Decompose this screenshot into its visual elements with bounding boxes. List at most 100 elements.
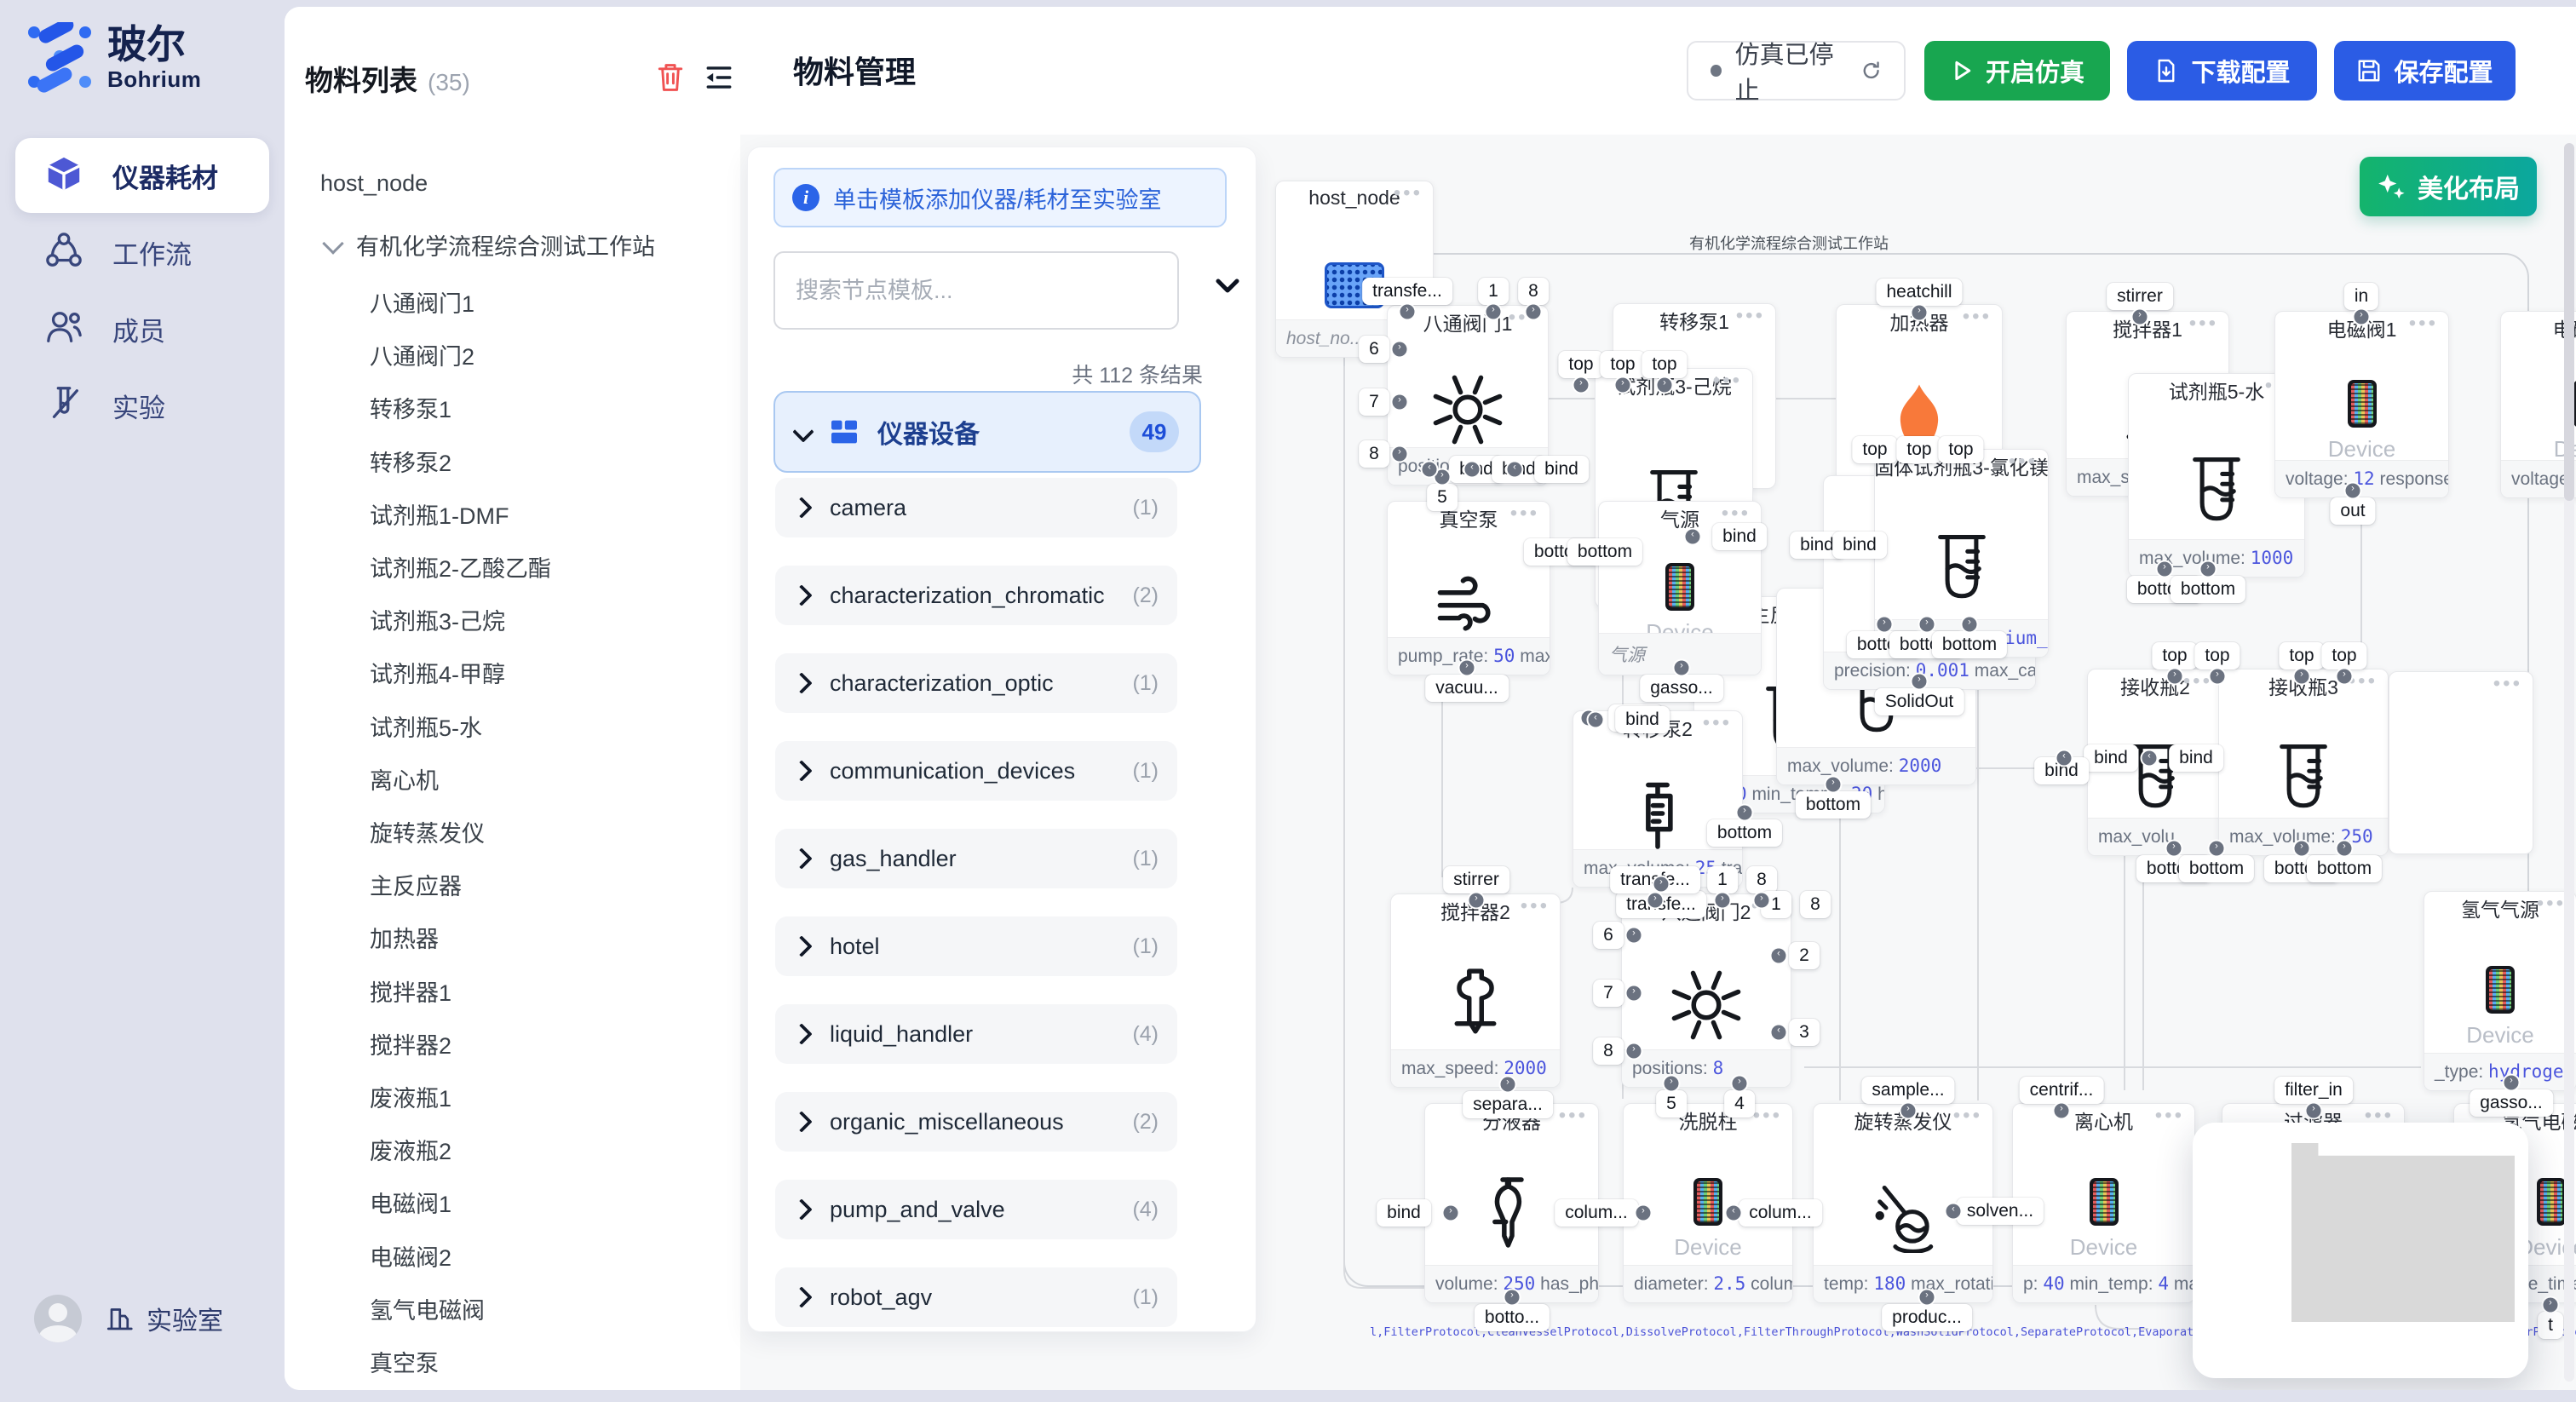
port-dot-icon[interactable]: › [2165, 840, 2183, 858]
canvas-scrollbar[interactable] [2564, 143, 2574, 1382]
port-dot-icon[interactable]: › [1499, 1076, 1517, 1094]
port-dot-icon[interactable]: › [1825, 776, 1843, 794]
search-input[interactable] [773, 251, 1179, 330]
port-dot-icon[interactable]: › [1391, 445, 1409, 463]
port-chip[interactable]: heatchill [1876, 279, 1962, 306]
sidebar-item-instruments[interactable]: 仪器耗材 [15, 138, 269, 213]
node-menu-icon[interactable]: ••• [1521, 894, 1550, 918]
port-dot-icon[interactable]: › [1485, 303, 1503, 321]
tree-item[interactable]: 电磁阀2 [370, 1239, 451, 1273]
port-dot-icon[interactable]: › [2131, 308, 2149, 326]
collapse-tree-icon[interactable] [704, 63, 734, 96]
simulation-status-pill[interactable]: 仿真已停止 [1687, 41, 1906, 101]
port-dot-icon[interactable]: › [1468, 892, 1486, 910]
node-menu-icon[interactable]: ••• [2155, 1104, 2184, 1128]
port-chip[interactable]: botto... [1475, 1304, 1550, 1331]
template-category-hotel[interactable]: hotel(1) [775, 916, 1177, 976]
port-chip[interactable]: out [2330, 497, 2375, 525]
port-dot-icon[interactable]: › [1625, 927, 1643, 945]
port-dot-icon[interactable]: › [1391, 341, 1409, 359]
node-menu-icon[interactable]: ••• [1703, 711, 1732, 735]
tree-item[interactable]: 旋转蒸发仪 [370, 815, 485, 848]
port-dot-icon[interactable]: › [1918, 1289, 1936, 1307]
port-dot-icon[interactable]: › [1625, 985, 1643, 1003]
port-dot-icon[interactable]: › [2166, 668, 2184, 686]
port-dot-icon[interactable]: › [1918, 616, 1936, 634]
port-chip[interactable]: top [1600, 351, 1645, 378]
template-category-characterization_chromatic[interactable]: characterization_chromatic(2) [775, 566, 1177, 625]
tree-item[interactable]: 试剂瓶3-己烷 [370, 603, 505, 636]
port-dot-icon[interactable]: › [2353, 308, 2371, 326]
template-category-pump_and_valve[interactable]: pump_and_valve(4) [775, 1180, 1177, 1239]
port-chip[interactable]: solven... [1957, 1198, 2044, 1225]
port-dot-icon[interactable]: › [2293, 840, 2311, 858]
port-chip[interactable]: top [2194, 642, 2240, 669]
port-chip[interactable]: bind [1377, 1199, 1431, 1227]
port-dot-icon[interactable]: › [2293, 668, 2311, 686]
port-dot-icon[interactable]: ‹ [1684, 528, 1702, 546]
port-dot-icon[interactable]: › [2503, 1074, 2521, 1092]
port-chip[interactable]: 8 [1800, 891, 1831, 918]
tree-item[interactable]: 加热器 [370, 921, 439, 954]
port-dot-icon[interactable]: › [1391, 394, 1409, 411]
port-dot-icon[interactable]: › [1714, 892, 1732, 910]
port-dot-icon[interactable]: › [2336, 840, 2354, 858]
graph-node-transfer-pump-2[interactable]: 转移泵2•••max_volume: 25 transfer_rate: 10 [1573, 710, 1743, 888]
node-menu-icon[interactable]: ••• [1736, 304, 1765, 328]
template-category-communication_devices[interactable]: communication_devices(1) [775, 741, 1177, 801]
tree-item[interactable]: 试剂瓶2-乙酸乙酯 [370, 550, 551, 583]
port-dot-icon[interactable]: ‹ [1463, 461, 1481, 479]
port-chip[interactable]: 5 [1656, 1090, 1687, 1118]
port-dot-icon[interactable]: ‹ [1725, 1204, 1743, 1222]
port-chip[interactable]: top [2152, 642, 2197, 669]
node-menu-icon[interactable]: ••• [1713, 369, 1742, 393]
port-chip[interactable]: bottom [1796, 791, 1871, 819]
sidebar-item-experiments[interactable]: 实验 [15, 368, 269, 443]
port-dot-icon[interactable]: ‹ [2141, 750, 2159, 767]
tree-item[interactable]: 八通阀门2 [370, 338, 474, 371]
node-menu-icon[interactable]: ••• [2409, 312, 2438, 336]
port-chip[interactable]: 2 [1789, 942, 1820, 969]
port-dot-icon[interactable]: › [2199, 560, 2217, 578]
graph-node-recv-bottle-1[interactable]: ••• [2389, 671, 2533, 854]
panel-collapse-icon[interactable] [1215, 277, 1240, 300]
port-dot-icon[interactable]: › [2053, 1102, 2071, 1120]
port-chip[interactable]: vacuu... [1425, 675, 1509, 702]
node-menu-icon[interactable]: ••• [2537, 892, 2566, 916]
port-chip[interactable]: bottom [1707, 819, 1782, 847]
port-chip[interactable]: top [1938, 436, 1983, 463]
node-menu-icon[interactable]: ••• [1559, 1104, 1588, 1128]
port-dot-icon[interactable]: › [1458, 659, 1476, 677]
port-dot-icon[interactable]: › [1656, 376, 1674, 394]
port-dot-icon[interactable]: › [1673, 659, 1691, 677]
node-menu-icon[interactable]: ••• [2183, 669, 2212, 693]
port-chip[interactable]: 4 [1724, 1090, 1755, 1118]
port-chip[interactable]: colum... [1739, 1199, 1822, 1227]
port-dot-icon[interactable]: › [1614, 376, 1632, 394]
graph-node-valve-2[interactable]: 八通阀门2•••positions: 8 [1621, 893, 1791, 1088]
category-instruments[interactable]: 仪器设备 49 [773, 391, 1201, 473]
port-chip[interactable]: stirrer [2107, 283, 2173, 310]
port-chip[interactable]: colum... [1555, 1199, 1638, 1227]
port-dot-icon[interactable]: › [1442, 1204, 1460, 1222]
port-dot-icon[interactable]: › [1900, 1102, 1918, 1120]
port-chip[interactable]: 6 [1359, 336, 1389, 363]
port-dot-icon[interactable]: › [2209, 668, 2227, 686]
tree-item[interactable]: 真空泵 [370, 1345, 439, 1378]
port-chip[interactable]: 8 [1746, 866, 1777, 893]
port-dot-icon[interactable]: › [1625, 1043, 1643, 1060]
template-category-gas_handler[interactable]: gas_handler(1) [775, 829, 1177, 888]
port-chip[interactable]: 5 [1427, 484, 1458, 511]
port-chip[interactable]: bottom [2171, 576, 2245, 603]
node-menu-icon[interactable]: ••• [1963, 305, 1992, 329]
delete-material-icon[interactable] [656, 61, 685, 98]
node-menu-icon[interactable]: ••• [1953, 1104, 1982, 1128]
tree-item[interactable]: 废液瓶2 [370, 1133, 451, 1166]
port-dot-icon[interactable]: › [1961, 616, 1979, 634]
tree-item[interactable]: 废液瓶1 [370, 1080, 451, 1113]
port-chip[interactable]: 8 [1359, 440, 1389, 468]
port-dot-icon[interactable]: ‹ [2056, 750, 2073, 767]
tree-item[interactable]: 搅拌器1 [370, 974, 451, 1008]
graph-node-stirrer-2[interactable]: 搅拌器2•••max_speed: 2000 [1390, 893, 1561, 1088]
port-chip[interactable]: t [2538, 1312, 2563, 1339]
